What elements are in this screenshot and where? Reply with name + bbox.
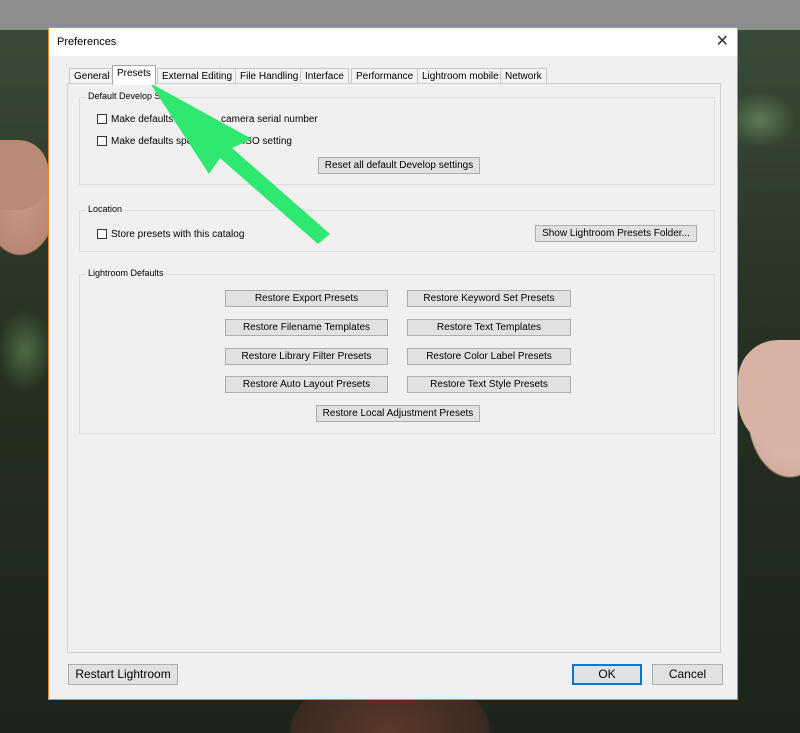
tab-performance[interactable]: Performance [351,68,419,84]
option-store-presets-label: Store presets with this catalog [111,228,245,240]
group-default-develop: Default Develop Se Make defaults s camer… [79,91,715,185]
restore-text-templates-button[interactable]: Restore Text Templates [407,319,571,336]
group-label-lightroom-defaults: Lightroom Defaults [86,268,166,278]
tab-general[interactable]: General [69,68,115,84]
tab-interface[interactable]: Interface [300,68,349,84]
ok-button[interactable]: OK [572,664,642,685]
restore-text-style-presets-button[interactable]: Restore Text Style Presets [407,376,571,393]
restore-auto-layout-presets-button[interactable]: Restore Auto Layout Presets [225,376,388,393]
tab-lightroom-mobile[interactable]: Lightroom mobile [417,68,504,84]
restart-lightroom-button[interactable]: Restart Lightroom [68,664,178,685]
tab-external-editing[interactable]: External Editing [157,68,238,84]
option-serial-number[interactable]: Make defaults s camera serial number [97,112,318,126]
group-lightroom-defaults: Lightroom Defaults Restore Export Preset… [79,268,715,434]
restore-local-adjustment-presets-button[interactable]: Restore Local Adjustment Presets [316,405,480,422]
option-iso-setting-label: Make defaults spe [111,135,193,147]
option-serial-number-label: Make defaults s [111,113,182,125]
background-hand-left [0,140,48,210]
restore-keyword-set-presets-button[interactable]: Restore Keyword Set Presets [407,290,571,307]
checkbox-store-presets[interactable] [97,229,107,239]
cancel-button[interactable]: Cancel [652,664,723,685]
group-label-default-develop: Default Develop Se [86,91,168,101]
option-store-presets[interactable]: Store presets with this catalog [97,227,244,241]
restore-export-presets-button[interactable]: Restore Export Presets [225,290,388,307]
show-presets-folder-button[interactable]: Show Lightroom Presets Folder... [535,225,697,242]
group-location: Location Store presets with this catalog… [79,204,715,252]
dialog-title: Preferences [57,36,117,48]
group-label-location: Location [86,204,125,214]
option-iso-setting[interactable]: Make defaults spe a ISO setting [97,134,292,148]
title-bar: Preferences ✕ [49,28,737,56]
checkbox-serial-number[interactable] [97,114,107,124]
background-top-bar [0,0,800,30]
restore-color-label-presets-button[interactable]: Restore Color Label Presets [407,348,571,365]
tab-file-handling[interactable]: File Handling [235,68,304,84]
tab-network[interactable]: Network [500,68,547,84]
restore-library-filter-presets-button[interactable]: Restore Library Filter Presets [225,348,388,365]
close-icon[interactable]: ✕ [716,31,729,51]
option-serial-number-label-tail: camera serial number [221,113,318,125]
option-iso-setting-label-tail: a ISO setting [234,135,292,147]
checkbox-iso-setting[interactable] [97,136,107,146]
reset-develop-button[interactable]: Reset all default Develop settings [318,157,480,174]
preferences-dialog: Preferences ✕ General Presets External E… [48,27,738,700]
restore-filename-templates-button[interactable]: Restore Filename Templates [225,319,388,336]
presets-panel: Default Develop Se Make defaults s camer… [67,83,721,653]
tab-presets[interactable]: Presets [112,65,156,85]
